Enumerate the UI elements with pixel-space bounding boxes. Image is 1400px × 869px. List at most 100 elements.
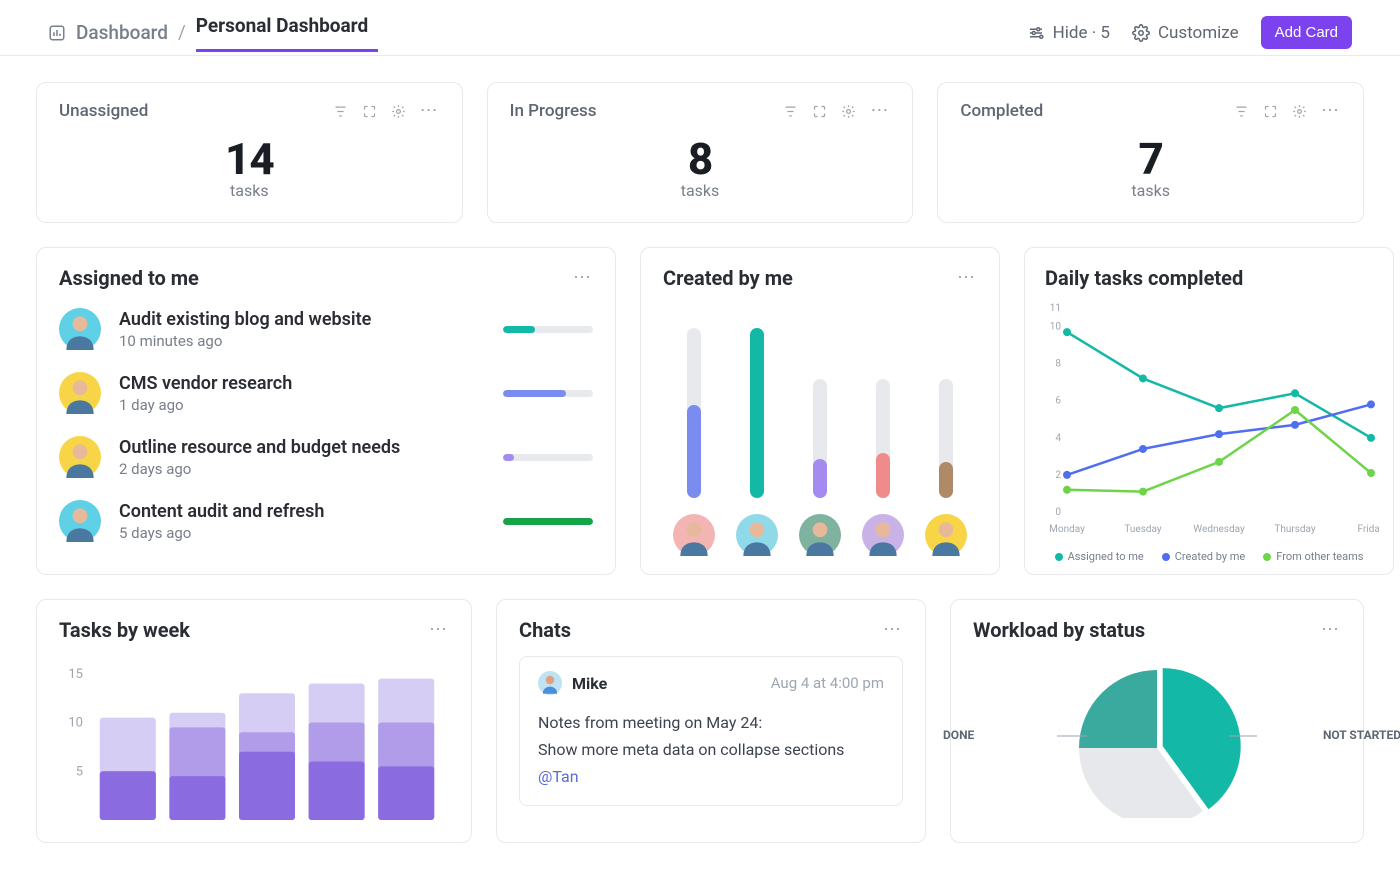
expand-icon[interactable] <box>812 104 827 119</box>
assigned-card: Assigned to me ⋯ Audit existing blog and… <box>36 247 616 575</box>
expand-icon[interactable] <box>362 104 377 119</box>
chat-line: Notes from meeting on May 24: <box>538 709 884 736</box>
more-icon[interactable]: ⋯ <box>957 269 977 287</box>
svg-text:2: 2 <box>1055 470 1061 481</box>
svg-text:4: 4 <box>1055 433 1061 444</box>
header-actions: Hide · 5 Customize Add Card <box>1027 16 1352 49</box>
task-title: CMS vendor research <box>119 373 485 394</box>
vertical-bar <box>876 379 890 498</box>
progress-bar <box>503 390 593 397</box>
stat-value: 14 <box>59 133 440 185</box>
expand-icon[interactable] <box>1263 104 1278 119</box>
more-icon[interactable]: ⋯ <box>429 621 449 639</box>
avatar[interactable] <box>799 514 841 556</box>
breadcrumb-separator: / <box>178 21 186 44</box>
card-title: Created by me <box>663 266 793 290</box>
pie-chart: DONE NOT STARTED <box>973 658 1341 818</box>
svg-text:Thursday: Thursday <box>1274 524 1316 535</box>
chats-card: Chats ⋯ Mike Aug 4 at 4:00 pm Notes from… <box>496 599 926 843</box>
stat-card-unassigned: Unassigned ⋯ 14 tasks <box>36 82 463 223</box>
avatar[interactable] <box>925 514 967 556</box>
legend-item: Created by me <box>1162 550 1246 563</box>
gear-icon[interactable] <box>1292 104 1307 119</box>
svg-text:10: 10 <box>68 716 83 731</box>
more-icon[interactable]: ⋯ <box>1321 102 1341 120</box>
stat-value: 7 <box>960 133 1341 185</box>
svg-text:11: 11 <box>1050 303 1061 314</box>
breadcrumb: Dashboard / Personal Dashboard <box>48 14 368 51</box>
task-title: Audit existing blog and website <box>119 309 485 330</box>
svg-text:Friday: Friday <box>1358 524 1379 535</box>
weekly-card: Tasks by week ⋯ 51015 <box>36 599 472 843</box>
svg-text:Monday: Monday <box>1049 524 1085 535</box>
task-time: 2 days ago <box>119 460 485 478</box>
card-title: Tasks by week <box>59 618 190 642</box>
task-title: Outline resource and budget needs <box>119 437 485 458</box>
pie-label-not-started: NOT STARTED <box>1323 728 1400 742</box>
pie-label-done: DONE <box>943 728 974 742</box>
add-card-button[interactable]: Add Card <box>1261 16 1352 49</box>
card-title: Workload by status <box>973 618 1145 642</box>
breadcrumb-root[interactable]: Dashboard <box>76 21 168 44</box>
stat-title: Unassigned <box>59 101 148 121</box>
customize-button[interactable]: Customize <box>1132 23 1239 43</box>
stat-unit: tasks <box>960 181 1341 200</box>
stat-unit: tasks <box>510 181 891 200</box>
svg-text:10: 10 <box>1050 322 1062 333</box>
gear-icon[interactable] <box>391 104 406 119</box>
avatar[interactable] <box>862 514 904 556</box>
progress-bar <box>503 326 593 333</box>
svg-text:5: 5 <box>76 764 83 779</box>
hide-button[interactable]: Hide · 5 <box>1027 23 1110 43</box>
line-chart: 024681011MondayTuesdayWednesdayThursdayF… <box>1039 300 1379 544</box>
task-item[interactable]: Outline resource and budget needs 2 days… <box>59 436 593 478</box>
vertical-bars <box>663 318 977 498</box>
svg-text:Wednesday: Wednesday <box>1193 524 1245 535</box>
breadcrumb-current[interactable]: Personal Dashboard <box>196 14 368 51</box>
stats-row: Unassigned ⋯ 14 tasks In Progress <box>36 82 1364 223</box>
avatar <box>59 436 101 478</box>
task-time: 10 minutes ago <box>119 332 485 350</box>
more-icon[interactable]: ⋯ <box>883 621 903 639</box>
svg-text:6: 6 <box>1055 396 1061 407</box>
sliders-icon <box>1027 24 1045 42</box>
more-icon[interactable]: ⋯ <box>1321 621 1341 639</box>
task-title: Content audit and refresh <box>119 501 485 522</box>
filter-icon[interactable] <box>1234 104 1249 119</box>
header-bar: Dashboard / Personal Dashboard Hide · 5 … <box>0 0 1400 56</box>
chat-line: Show more meta data on collapse sections <box>538 736 884 763</box>
more-icon[interactable]: ⋯ <box>870 102 890 120</box>
created-card: Created by me ⋯ <box>640 247 1000 575</box>
card-title: Chats <box>519 618 571 642</box>
chat-message[interactable]: Mike Aug 4 at 4:00 pm Notes from meeting… <box>519 656 903 806</box>
filter-icon[interactable] <box>333 104 348 119</box>
stat-value: 8 <box>510 133 891 185</box>
avatar <box>538 671 562 695</box>
vertical-bar <box>813 379 827 498</box>
bar-chart: 51015 <box>59 660 449 824</box>
progress-bar <box>503 454 593 461</box>
chat-time: Aug 4 at 4:00 pm <box>771 674 884 692</box>
svg-text:8: 8 <box>1055 359 1061 370</box>
task-item[interactable]: CMS vendor research 1 day ago <box>59 372 593 414</box>
more-icon[interactable]: ⋯ <box>420 102 440 120</box>
vertical-bar <box>750 328 764 498</box>
legend-item: From other teams <box>1263 550 1363 563</box>
card-title: Assigned to me <box>59 266 199 290</box>
stat-card-in-progress: In Progress ⋯ 8 tasks <box>487 82 914 223</box>
chat-mention[interactable]: @Tan <box>538 763 884 790</box>
hide-label: Hide · 5 <box>1053 23 1110 43</box>
avatar[interactable] <box>736 514 778 556</box>
filter-icon[interactable] <box>783 104 798 119</box>
more-icon[interactable]: ⋯ <box>573 269 593 287</box>
chat-user-name: Mike <box>572 674 607 693</box>
task-list: Audit existing blog and website 10 minut… <box>59 308 593 542</box>
gear-icon[interactable] <box>841 104 856 119</box>
daily-card: Daily tasks completed 024681011MondayTue… <box>1024 247 1394 575</box>
task-item[interactable]: Content audit and refresh 5 days ago <box>59 500 593 542</box>
avatar[interactable] <box>673 514 715 556</box>
gear-icon <box>1132 24 1150 42</box>
avatar <box>59 308 101 350</box>
vertical-bar <box>939 379 953 498</box>
task-item[interactable]: Audit existing blog and website 10 minut… <box>59 308 593 350</box>
